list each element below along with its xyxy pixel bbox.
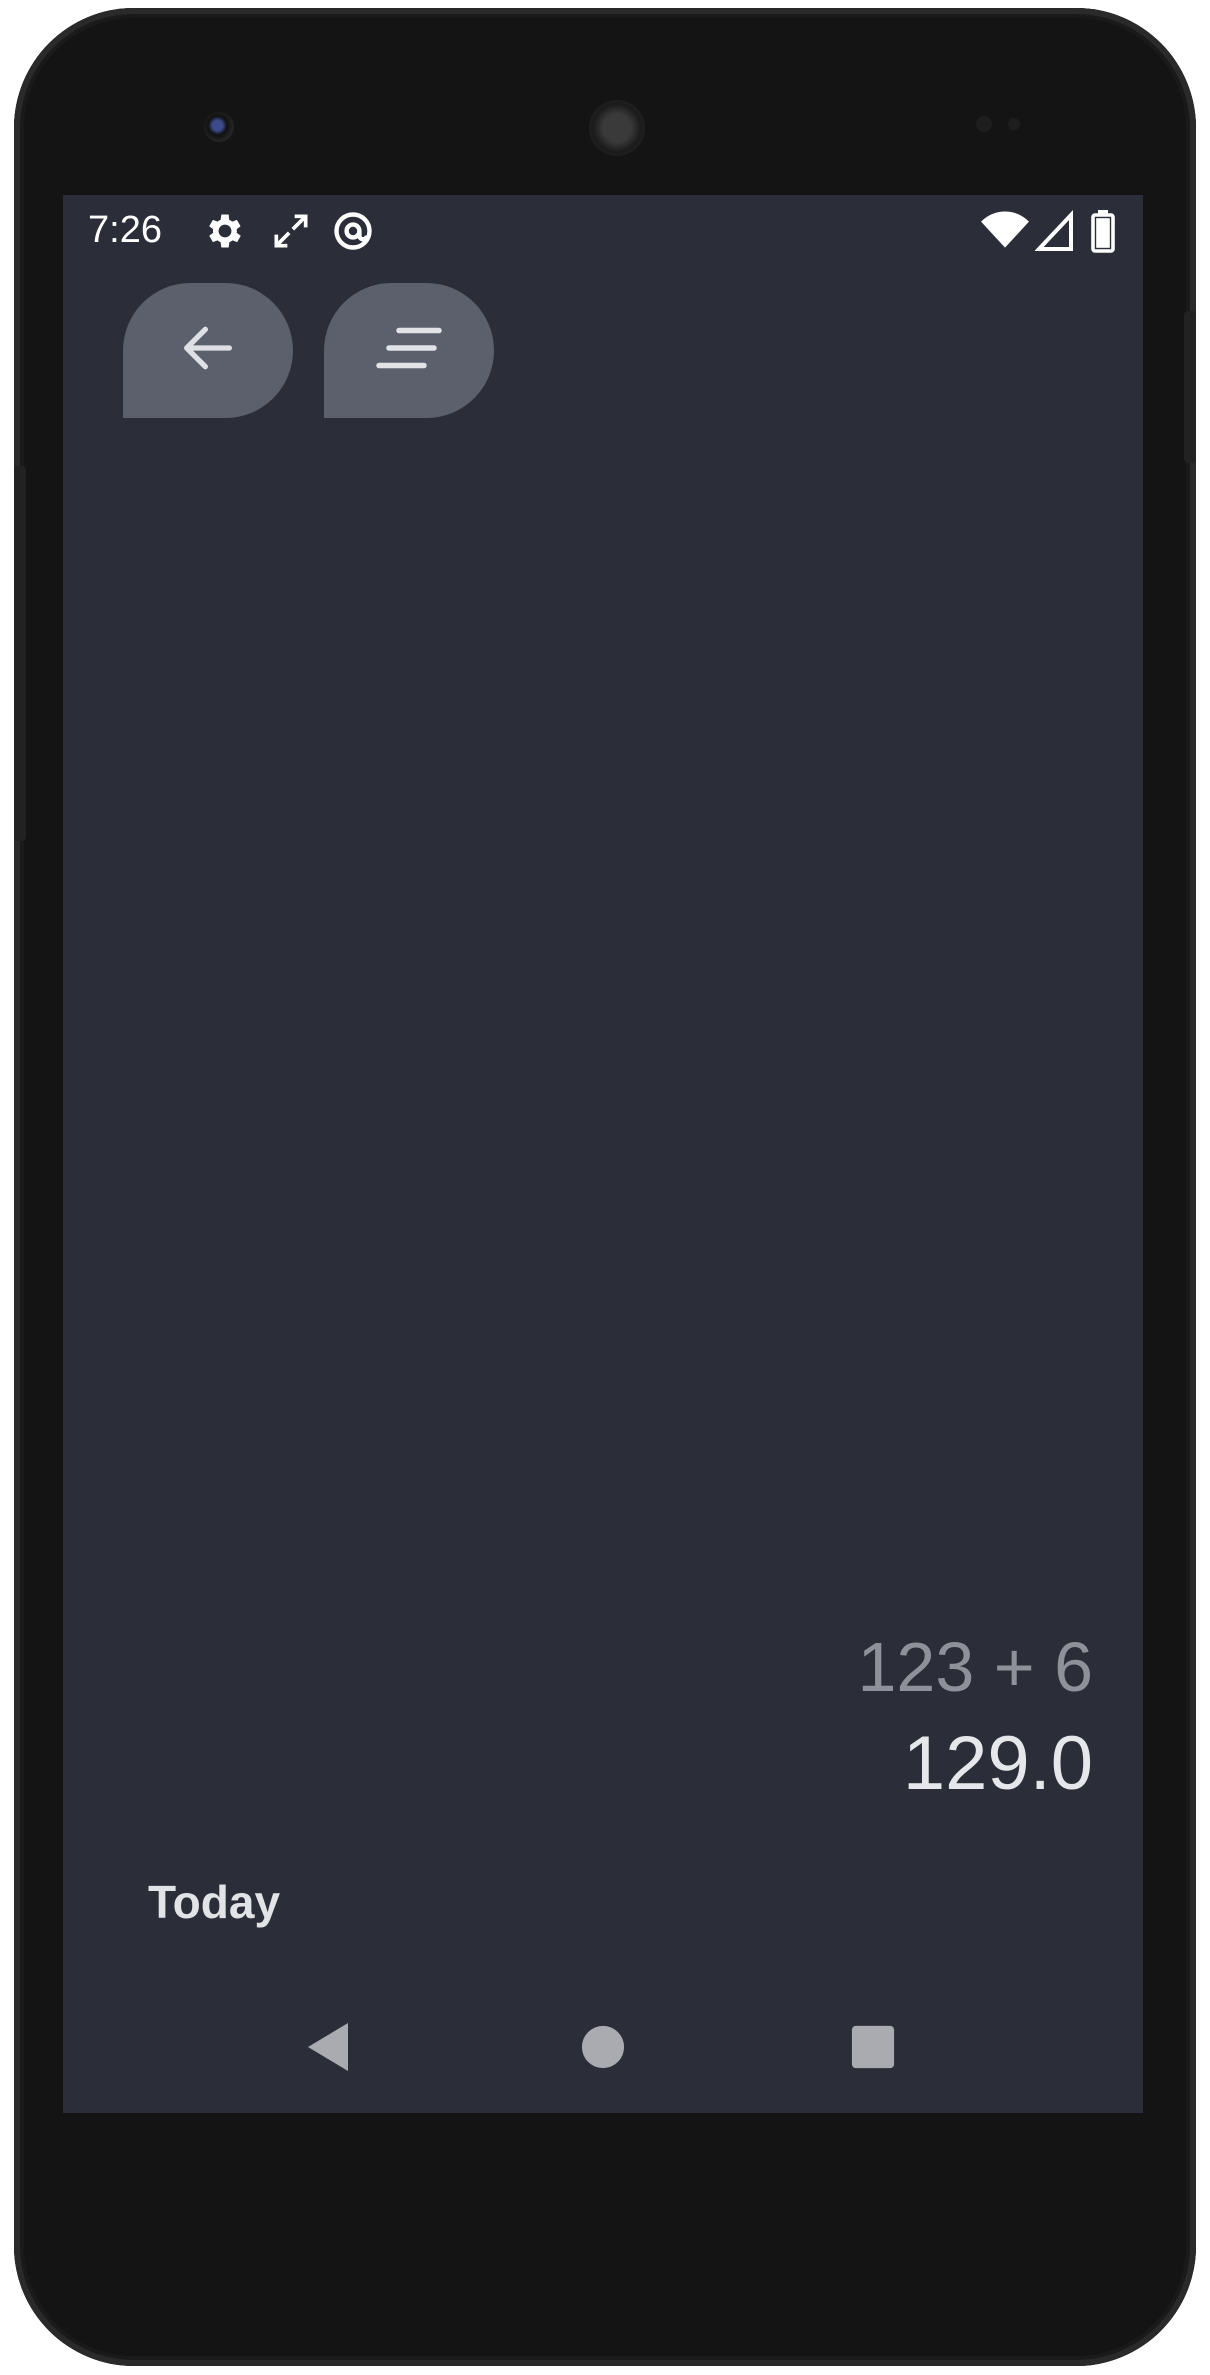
cellular-signal-icon (1034, 209, 1079, 253)
home-circle-icon (580, 2024, 626, 2075)
nav-back-button[interactable] (288, 2009, 368, 2089)
nav-recents-button[interactable] (833, 2009, 913, 2089)
front-camera (204, 112, 234, 142)
expand-arrows-icon (269, 209, 313, 253)
recents-square-icon (850, 2024, 896, 2075)
back-button[interactable] (123, 283, 293, 418)
expression-display[interactable]: 123 + 6 (858, 1627, 1094, 1707)
wifi-icon (980, 209, 1030, 253)
result-display[interactable]: 129.0 (903, 1720, 1093, 1807)
app-screen: 7:26 123 + 6 129.0 Today (63, 195, 1143, 2113)
lines-menu-icon (374, 323, 444, 378)
battery-icon (1088, 209, 1118, 253)
history-section-label: Today (148, 1876, 281, 1928)
proximity-sensor (976, 116, 992, 132)
status-bar: 7:26 (63, 195, 1143, 267)
nav-home-button[interactable] (563, 2009, 643, 2089)
light-sensor (1008, 118, 1020, 130)
gear-icon (203, 209, 247, 253)
power-button (1184, 311, 1196, 463)
at-sign-icon (331, 209, 375, 253)
status-time: 7:26 (88, 209, 162, 251)
arrow-left-icon (176, 316, 240, 385)
earpiece-speaker (589, 100, 645, 156)
history-menu-button[interactable] (324, 283, 494, 418)
navigation-bar (63, 1987, 1143, 2113)
volume-rocker (14, 466, 26, 841)
back-triangle-icon (304, 2021, 352, 2078)
